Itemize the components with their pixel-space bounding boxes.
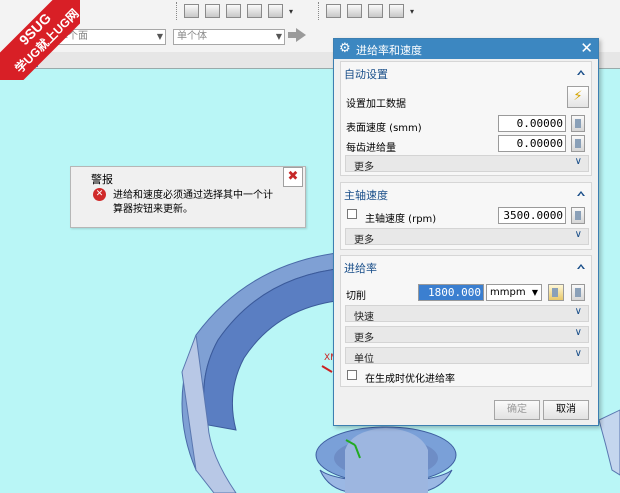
alert-message: 进给和速度必须通过选择其中一个计算器按钮来更新。	[113, 190, 273, 215]
main-toolbar: ▾ ▾	[0, 0, 620, 23]
chevron-up-icon[interactable]	[577, 191, 585, 196]
surface-speed-input[interactable]: 0.00000	[498, 115, 566, 132]
feed-rate-section: 进给率 切削 1800.000 mmpm ▼ 快速 ∨ 更多 ∨ 单位 ∨ 在生…	[340, 255, 592, 387]
chevron-down-icon: ∨	[574, 156, 582, 167]
dialog-title: 进给率和速度	[356, 44, 422, 57]
feed-unit-value: mmpm	[490, 287, 526, 298]
auto-settings-more[interactable]: 更多 ∨	[345, 155, 589, 173]
chevron-down-icon: ▼	[156, 32, 163, 41]
gear-icon: ⚙	[339, 41, 351, 56]
rapid-subsection[interactable]: 快速 ∨	[345, 305, 589, 323]
more-label: 更多	[354, 235, 374, 246]
rapid-label: 快速	[354, 312, 374, 323]
cancel-button[interactable]: 取消	[543, 400, 589, 420]
face-filter-select[interactable]: 单个面 ▼	[54, 29, 166, 45]
toolbar-group-1: ▾	[176, 0, 293, 22]
units-subsection[interactable]: 单位 ∨	[345, 347, 589, 365]
spindle-speed-checkbox[interactable]	[347, 209, 357, 219]
arrow-right-icon[interactable]	[288, 28, 306, 42]
lock-icon[interactable]	[548, 284, 564, 301]
spindle-speed-input[interactable]: 3500.0000	[498, 207, 566, 224]
face-filter-value: 单个面	[58, 31, 88, 42]
generate-path-icon[interactable]	[326, 4, 341, 18]
surface-speed-label: 表面速度 (smm)	[346, 123, 422, 134]
feed-unit-select[interactable]: mmpm ▼	[486, 284, 542, 301]
feeds-speeds-dialog: ⚙ 进给率和速度 ✕ 自动设置 设置加工数据 ⚡ 表面速度 (smm) 0.00…	[333, 38, 599, 426]
set-machining-data-label: 设置加工数据	[346, 99, 406, 110]
error-icon: ✕	[93, 188, 106, 201]
create-geometry-icon[interactable]	[226, 4, 241, 18]
postprocess-icon[interactable]	[389, 4, 404, 18]
spindle-section: 主轴速度 主轴速度 (rpm) 3500.0000 更多 ∨	[340, 182, 592, 250]
create-tool-icon[interactable]	[205, 4, 220, 18]
calculator-icon[interactable]	[571, 115, 585, 132]
cut-feed-input[interactable]: 1800.000	[418, 284, 484, 301]
more-label: 更多	[354, 162, 374, 173]
units-label: 单位	[354, 354, 374, 365]
body-filter-select[interactable]: 单个体 ▼	[173, 29, 285, 45]
close-icon[interactable]: ✕	[24, 53, 38, 67]
chevron-down-icon: ∨	[574, 229, 582, 240]
dialog-titlebar[interactable]: ⚙ 进给率和速度 ✕	[334, 39, 598, 59]
spindle-speed-label: 主轴速度 (rpm)	[365, 214, 437, 225]
auto-settings-header[interactable]: 自动设置	[344, 66, 388, 82]
more-label: 更多	[354, 333, 374, 344]
chevron-down-icon: ▼	[531, 288, 538, 297]
toolbar-separator	[176, 2, 178, 20]
chevron-up-icon[interactable]	[577, 264, 585, 269]
alert-panel: 警报 ✕ 进给和速度必须通过选择其中一个计算器按钮来更新。	[70, 166, 306, 228]
chevron-down-icon: ▼	[275, 32, 282, 41]
chevron-down-icon[interactable]: ▾	[289, 7, 293, 16]
feed-per-tooth-label: 每齿进给量	[346, 143, 396, 154]
replay-path-icon[interactable]	[347, 4, 362, 18]
alert-title: 警报	[91, 173, 113, 186]
chevron-down-icon: ∨	[574, 327, 582, 338]
create-program-icon[interactable]	[184, 4, 199, 18]
chevron-up-icon[interactable]	[577, 70, 585, 75]
optimize-feed-label: 在生成时优化进给率	[365, 374, 455, 385]
dialog-close-button[interactable]: ✕	[580, 39, 593, 57]
spindle-header[interactable]: 主轴速度	[344, 187, 388, 203]
ok-button[interactable]: 确定	[494, 400, 540, 420]
alert-close-button[interactable]: ✖	[283, 167, 303, 187]
chevron-down-icon[interactable]: ▾	[410, 7, 414, 16]
auto-settings-section: 自动设置 设置加工数据 ⚡ 表面速度 (smm) 0.00000 每齿进给量 0…	[340, 61, 592, 176]
calculator-icon[interactable]	[571, 284, 585, 301]
calculator-icon[interactable]	[571, 207, 585, 224]
chevron-down-icon: ∨	[574, 306, 582, 317]
calculator-icon[interactable]	[571, 135, 585, 152]
lightning-icon[interactable]: ⚡	[567, 86, 589, 108]
create-operation-icon[interactable]	[268, 4, 283, 18]
optimize-feed-checkbox[interactable]	[347, 370, 357, 380]
feed-more-subsection[interactable]: 更多 ∨	[345, 326, 589, 344]
cut-label: 切削	[346, 291, 366, 302]
verify-path-icon[interactable]	[368, 4, 383, 18]
toolbar-separator	[318, 2, 320, 20]
spindle-more[interactable]: 更多 ∨	[345, 228, 589, 246]
feed-per-tooth-input[interactable]: 0.00000	[498, 135, 566, 152]
toolbar-group-2: ▾	[318, 0, 414, 22]
body-filter-value: 单个体	[177, 31, 207, 42]
create-method-icon[interactable]	[247, 4, 262, 18]
feed-rate-header[interactable]: 进给率	[344, 260, 377, 276]
chevron-down-icon: ∨	[574, 348, 582, 359]
